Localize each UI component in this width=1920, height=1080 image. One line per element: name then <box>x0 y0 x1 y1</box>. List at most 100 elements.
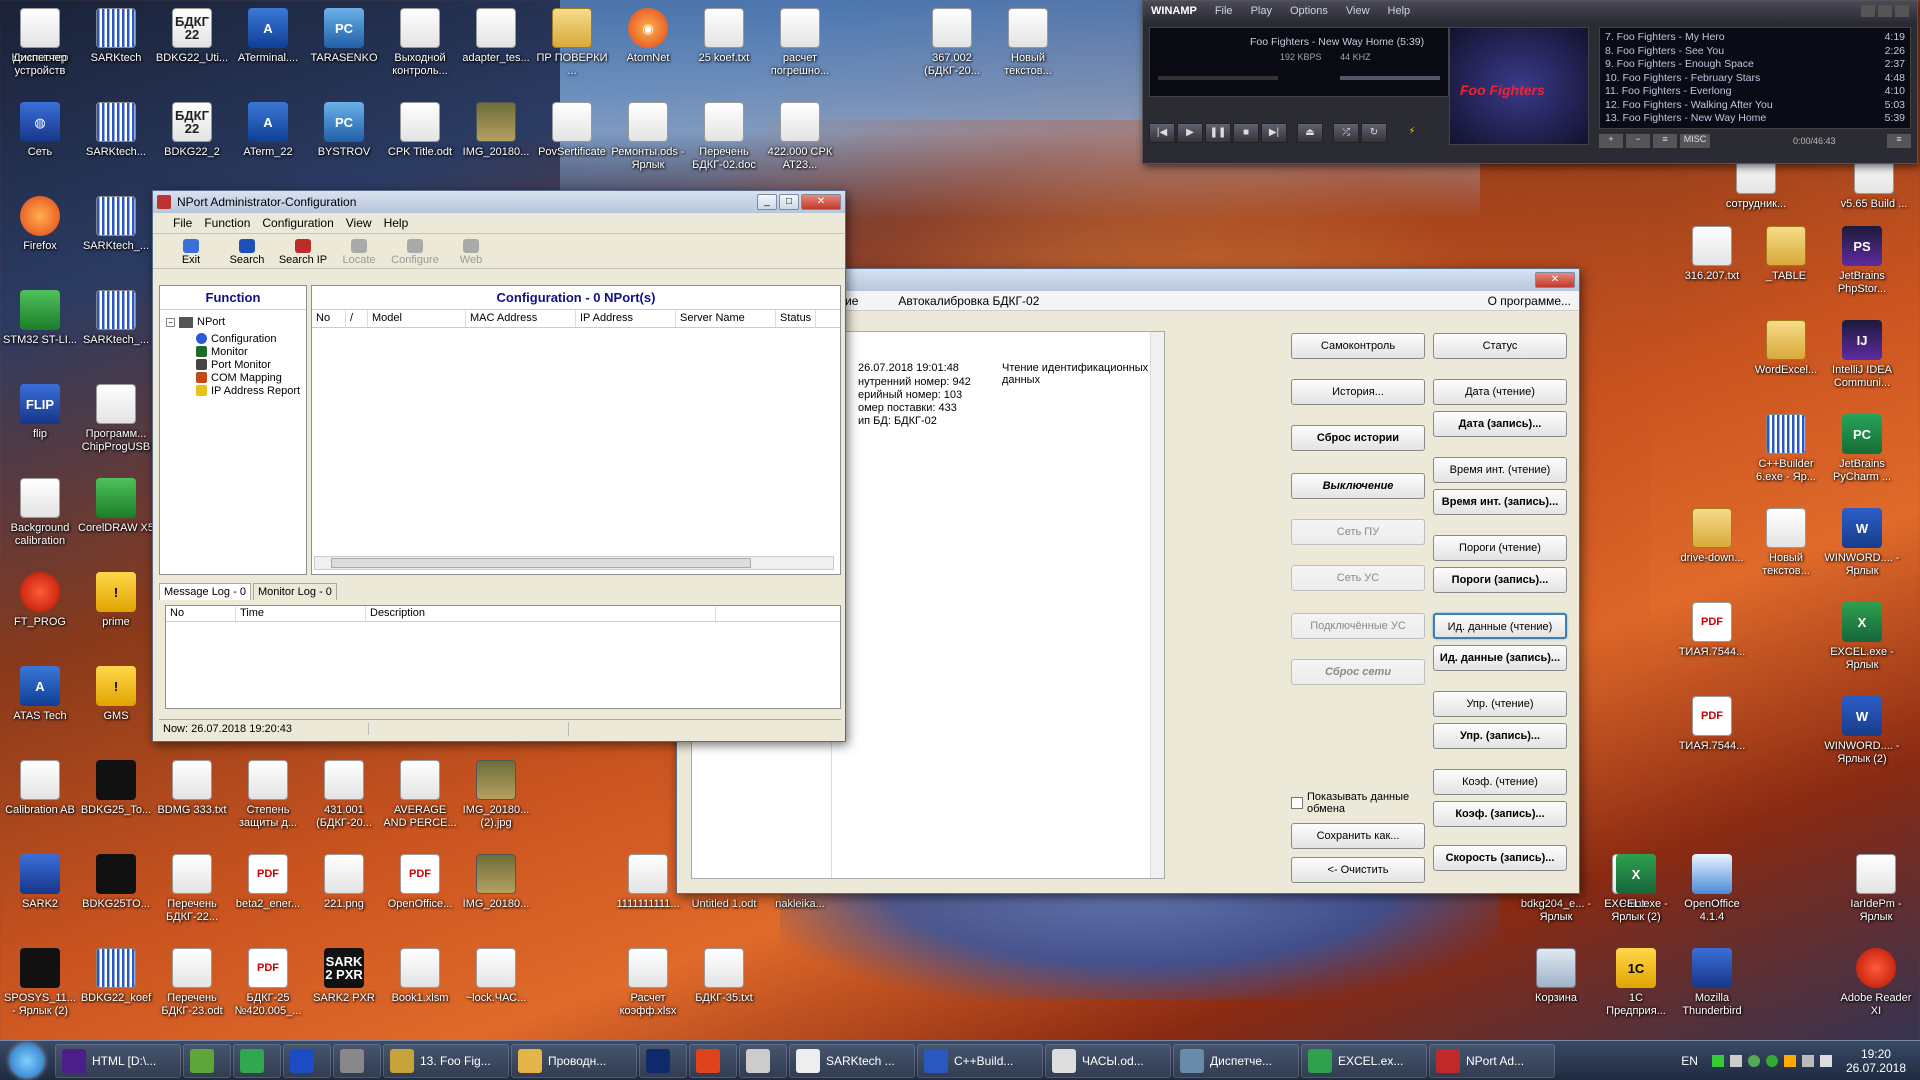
desktop-icon[interactable]: OpenOffice 4.1.4 <box>1674 854 1750 924</box>
tray-app-icon[interactable] <box>1747 1054 1760 1067</box>
tray-app-icon[interactable] <box>1765 1054 1778 1067</box>
minimize-icon[interactable]: _ <box>757 194 777 210</box>
taskbar-item[interactable]: EXCEL.ex... <box>1301 1043 1427 1078</box>
desktop-icon[interactable]: BDKG25_To... <box>78 760 154 817</box>
tree-item[interactable]: Configuration <box>196 332 300 345</box>
save-as-button[interactable]: Сохранить как... <box>1291 823 1425 849</box>
desktop-icon[interactable]: 1С 1С Предприя... <box>1598 948 1674 1018</box>
playlist-row[interactable]: 10. Foo Fighters - February Stars 4:48 <box>1605 72 1905 86</box>
nport-window[interactable]: NPort Administrator-Configuration _ □ ✕ … <box>152 190 846 742</box>
play-icon[interactable]: ▶ <box>1177 123 1203 143</box>
toolbar-web-button[interactable]: Web <box>445 239 497 268</box>
calib-right-button[interactable]: Скорость (запись)... <box>1433 845 1567 871</box>
desktop-icon[interactable]: PC JetBrains PyCharm ... <box>1824 414 1900 484</box>
maximize-icon[interactable]: □ <box>779 194 799 210</box>
desktop-icon[interactable]: IarIdePm - Ярлык <box>1838 854 1914 924</box>
winamp-menu-help[interactable]: Help <box>1388 5 1411 17</box>
menu-item-partial[interactable]: ие <box>845 294 858 308</box>
calib-right-button[interactable]: Пороги (запись)... <box>1433 567 1567 593</box>
desktop-icon[interactable]: PovSertificate <box>534 102 610 159</box>
desktop-icon[interactable]: A ATAS Tech <box>2 666 78 723</box>
taskbar-item[interactable] <box>333 1043 381 1078</box>
taskbar-item[interactable] <box>739 1043 787 1078</box>
desktop-icon[interactable]: SARKtech <box>78 8 154 65</box>
calib-right-button[interactable]: Ид. данные (запись)... <box>1433 645 1567 671</box>
desktop-icon[interactable]: PDF ТИАЯ.7544... <box>1674 602 1750 659</box>
desktop-icon[interactable]: ! prime <box>78 572 154 629</box>
desktop-icon[interactable]: X EXCEL.exe - Ярлык <box>1824 602 1900 672</box>
desktop-icon[interactable]: _TABLE <box>1748 226 1824 283</box>
winamp-window[interactable]: WINAMP File Play Options View Help Foo F… <box>1142 0 1918 164</box>
desktop-icon[interactable]: WordExcel... <box>1748 320 1824 377</box>
playlist-row[interactable]: 11. Foo Fighters - Everlong 4:10 <box>1605 85 1905 99</box>
toolbar-locate-button[interactable]: Locate <box>333 239 385 268</box>
desktop-icon[interactable]: Новый текстов... <box>990 8 1066 78</box>
desktop-icon[interactable]: PC BYSTROV <box>306 102 382 159</box>
calib-right-button[interactable]: Время инт. (запись)... <box>1433 489 1567 515</box>
desktop-icon[interactable]: FLIP flip <box>2 384 78 441</box>
clock[interactable]: 19:20 26.07.2018 <box>1846 1047 1906 1075</box>
calib-left-button[interactable]: Выключение <box>1291 473 1425 499</box>
volume-icon[interactable] <box>1819 1054 1832 1067</box>
playlist-row[interactable]: 13. Foo Fighters - New Way Home 5:39 <box>1605 112 1905 126</box>
desktop-icon[interactable]: 367.002 (БДКГ-20... <box>914 8 990 78</box>
calib-left-button[interactable]: Сеть ПУ <box>1291 519 1425 545</box>
calib-right-button[interactable]: Дата (запись)... <box>1433 411 1567 437</box>
eject-icon[interactable]: ⏏ <box>1297 123 1323 143</box>
playlist-row[interactable]: 7. Foo Fighters - My Hero 4:19 <box>1605 31 1905 45</box>
taskbar-item[interactable]: HTML [D:\... <box>55 1043 181 1078</box>
desktop-icon[interactable]: Диспетчер устройств <box>2 8 78 78</box>
minimize-icon[interactable] <box>1861 5 1875 17</box>
desktop-icon[interactable]: 221.png <box>306 854 382 911</box>
taskbar-item[interactable] <box>283 1043 331 1078</box>
desktop-icon[interactable]: SARK2 <box>2 854 78 911</box>
desktop-icon[interactable]: 422.000 СРК АТ23... <box>762 102 838 172</box>
desktop-icon[interactable]: BDKG22_koef <box>78 948 154 1005</box>
winamp-menu-play[interactable]: Play <box>1251 5 1272 17</box>
desktop-icon[interactable]: PDF beta2_ener... <box>230 854 306 911</box>
desktop-icon[interactable]: X EXCEL.exe - Ярлык (2) <box>1598 854 1674 924</box>
calib-left-button[interactable]: Сброс сети <box>1291 659 1425 685</box>
desktop-icon[interactable]: PC TARASENKO <box>306 8 382 65</box>
log-column-header[interactable]: No <box>166 606 236 621</box>
tray-app-icon[interactable] <box>1783 1054 1796 1067</box>
desktop-icon[interactable]: BDKG25TO... <box>78 854 154 911</box>
taskbar-item[interactable] <box>183 1043 231 1078</box>
taskbar-item[interactable] <box>689 1043 737 1078</box>
desktop-icon[interactable]: SARKtech_... <box>78 196 154 253</box>
calib-left-button[interactable]: Сеть УС <box>1291 565 1425 591</box>
previous-icon[interactable]: |◀ <box>1149 123 1175 143</box>
nport-menu-item[interactable]: Configuration <box>262 216 333 230</box>
desktop-icon[interactable]: Перечень БДКГ-23.odt <box>154 948 230 1018</box>
calib-right-button[interactable]: Ид. данные (чтение) <box>1433 613 1567 639</box>
desktop-icon[interactable]: A ATerm_22 <box>230 102 306 159</box>
winamp-seek-bar[interactable] <box>1158 76 1278 80</box>
log-column-header[interactable]: Description <box>366 606 716 621</box>
next-icon[interactable]: ▶| <box>1261 123 1287 143</box>
tree-collapse-icon[interactable]: − <box>166 317 175 327</box>
playlist-remove-button[interactable]: − <box>1626 134 1650 148</box>
stop-icon[interactable]: ■ <box>1233 123 1259 143</box>
desktop-icon[interactable]: CorelDRAW X5 <box>78 478 154 535</box>
winamp-menu-options[interactable]: Options <box>1290 5 1328 17</box>
desktop-icon[interactable]: CPK Title.odt <box>382 102 458 159</box>
winamp-playlist[interactable]: 7. Foo Fighters - My Hero 4:19 8. Foo Figh… <box>1599 27 1911 129</box>
desktop-icon[interactable]: расчет погрешно... <box>762 8 838 78</box>
column-header[interactable]: / <box>346 310 368 327</box>
desktop-icon[interactable]: PS JetBrains PhpStor... <box>1824 226 1900 296</box>
calib-right-button[interactable]: Пороги (чтение) <box>1433 535 1567 561</box>
playlist-row[interactable]: 9. Foo Fighters - Enough Space 2:37 <box>1605 58 1905 72</box>
scroll-thumb[interactable] <box>331 558 751 568</box>
calib-right-button[interactable]: Упр. (запись)... <box>1433 723 1567 749</box>
desktop-icon[interactable]: adapter_tes... <box>458 8 534 65</box>
desktop-icon[interactable]: FT_PROG <box>2 572 78 629</box>
shuffle-icon[interactable]: ⤮ <box>1333 123 1359 143</box>
column-header[interactable]: Model <box>368 310 466 327</box>
desktop-icon[interactable]: 1111111111... <box>610 854 686 911</box>
toolbar-configure-button[interactable]: Configure <box>389 239 441 268</box>
desktop-icon[interactable]: Корзина <box>1518 948 1594 1005</box>
taskbar-item[interactable] <box>639 1043 687 1078</box>
taskbar-item[interactable]: ЧАСЫ.od... <box>1045 1043 1171 1078</box>
column-header[interactable]: No <box>312 310 346 327</box>
taskbar-item[interactable]: NPort Ad... <box>1429 1043 1555 1078</box>
